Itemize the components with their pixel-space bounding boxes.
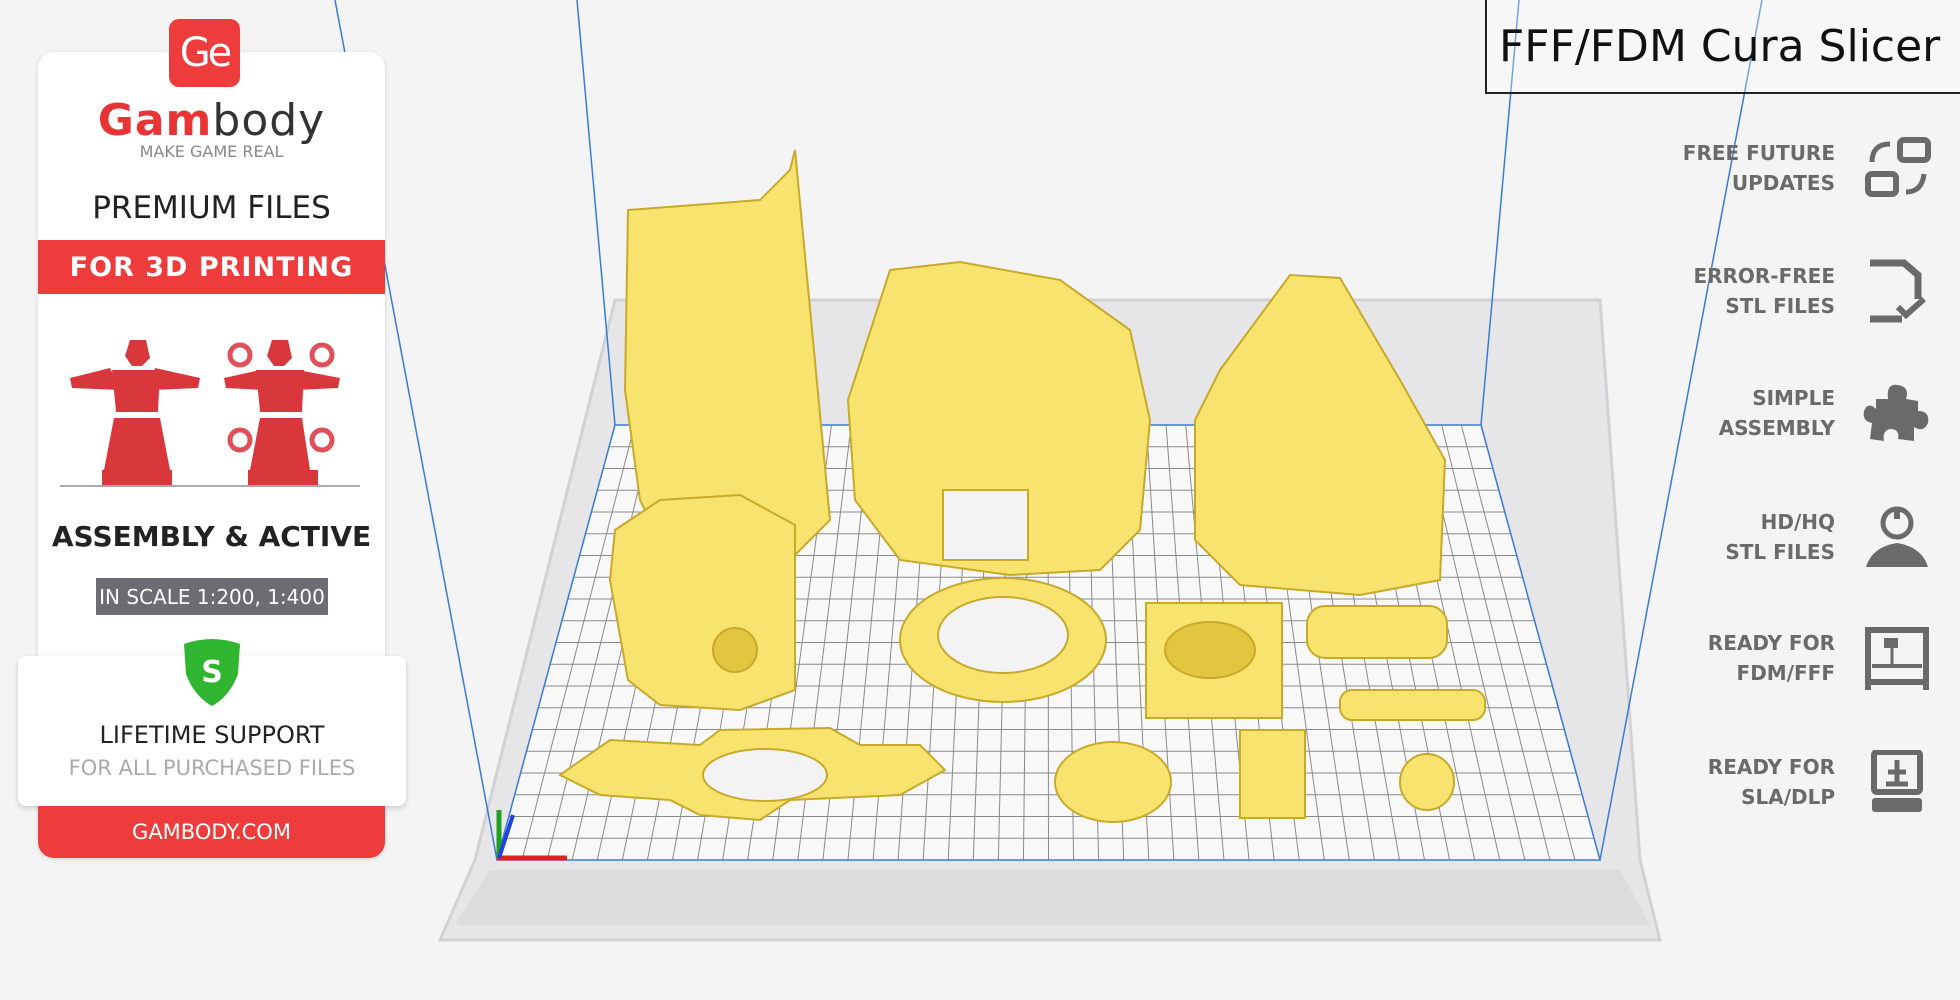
brand-name: Gambody: [38, 95, 385, 146]
logo-mark: Ge: [179, 30, 233, 76]
feature-item: ERROR-FREE STL FILES: [1575, 261, 1835, 321]
model-long-cylinder[interactable]: [1306, 605, 1448, 659]
feature-line1: ERROR-FREE: [1693, 264, 1835, 288]
model-small-bracket[interactable]: [1239, 729, 1306, 819]
shield-icon: S: [184, 639, 240, 706]
feature-line1: FREE FUTURE: [1682, 141, 1835, 165]
fdm-printer-icon: [1862, 626, 1932, 690]
website-link[interactable]: GAMBODY.COM: [38, 806, 385, 858]
model-rod[interactable]: [1339, 689, 1486, 721]
figure-active-icon: [224, 340, 340, 486]
feature-line1: HD/HQ: [1760, 510, 1835, 534]
model-cylinder-block[interactable]: [608, 493, 796, 712]
feature-line1: SIMPLE: [1752, 386, 1835, 410]
feature-line2: STL FILES: [1725, 540, 1835, 564]
sla-printer-icon: [1862, 749, 1932, 814]
brand-name-red: Gam: [97, 95, 213, 146]
page-title: FFF/FDM Cura Slicer: [1485, 0, 1960, 94]
puzzle-icon: [1862, 381, 1932, 445]
model-round-hub[interactable]: [1054, 741, 1172, 823]
brand-name-dark: body: [212, 95, 326, 146]
feature-line2: UPDATES: [1731, 171, 1835, 195]
model-small-cup[interactable]: [1399, 753, 1455, 811]
feature-item: SIMPLE ASSEMBLY: [1575, 383, 1835, 443]
feature-line1: READY FOR: [1707, 755, 1835, 779]
shield-letter: S: [201, 655, 223, 690]
assembly-active-heading: ASSEMBLY & ACTIVE: [51, 520, 372, 553]
feature-line1: READY FOR: [1707, 631, 1835, 655]
feature-item: READY FOR SLA/DLP: [1575, 752, 1835, 812]
model-cylinder-hole: [712, 627, 758, 673]
lifetime-support-heading: LIFETIME SUPPORT: [99, 721, 325, 749]
file-check-icon: [1862, 259, 1932, 323]
feature-item: READY FOR FDM/FFF: [1575, 628, 1835, 688]
feature-line2: STL FILES: [1725, 294, 1835, 318]
feature-item: HD/HQ STL FILES: [1575, 507, 1835, 567]
premium-files-heading: PREMIUM FILES: [92, 190, 331, 226]
build-plate-frame: [455, 870, 1650, 925]
update-icon: [1862, 136, 1932, 200]
model-gear-recess: [1164, 621, 1256, 679]
scale-badge: IN SCALE 1:200, 1:400: [96, 578, 328, 615]
for-3d-printing-band: FOR 3D PRINTING: [38, 240, 385, 294]
feature-line2: SLA/DLP: [1741, 785, 1835, 809]
model-wing-bar-hole: [702, 748, 828, 802]
model-engine-opening: [942, 489, 1029, 561]
model-ring-hole: [937, 596, 1069, 674]
ironman-icon: [1862, 505, 1932, 569]
figure-assembled-icon: [70, 340, 200, 486]
lifetime-support-subtext: FOR ALL PURCHASED FILES: [68, 756, 356, 780]
feature-item: FREE FUTURE UPDATES: [1575, 138, 1835, 198]
brand-tagline: MAKE GAME REAL: [139, 142, 284, 161]
feature-line2: FDM/FFF: [1736, 661, 1835, 685]
figures-illustration: [60, 340, 360, 487]
gambody-logo: Ge: [169, 19, 240, 87]
feature-line2: ASSEMBLY: [1718, 416, 1835, 440]
